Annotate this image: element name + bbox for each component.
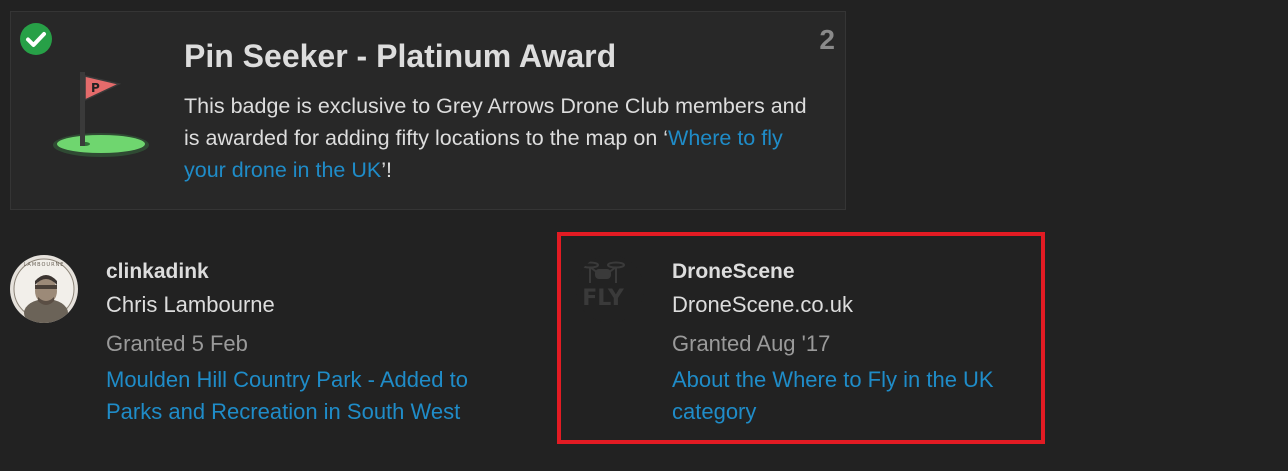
highlight-box [557,232,1045,444]
avatar[interactable]: LAMBOURNE [10,255,78,323]
badge-title[interactable]: Pin Seeker - Platinum Award [184,38,616,75]
golf-flag-icon: P [53,72,149,157]
badge-card: P 2 Pin Seeker - Platinum Award This bad… [10,11,846,210]
username[interactable]: clinkadink [106,252,506,290]
badge-description: This badge is exclusive to Grey Arrows D… [184,90,824,186]
grant-info: clinkadink Chris Lambourne Granted 5 Feb… [106,252,506,428]
granted-post-link[interactable]: Moulden Hill Country Park - Added to Par… [106,364,506,428]
granted-date: Granted 5 Feb [106,331,248,356]
badge-description-suffix: ’! [381,158,392,182]
user-full-name: Chris Lambourne [106,292,275,317]
svg-text:P: P [91,81,100,95]
user-photo-avatar-icon: LAMBOURNE [10,255,78,323]
badge-grant-count: 2 [819,24,835,55]
check-circle-icon [20,23,52,55]
svg-text:LAMBOURNE: LAMBOURNE [24,262,65,268]
